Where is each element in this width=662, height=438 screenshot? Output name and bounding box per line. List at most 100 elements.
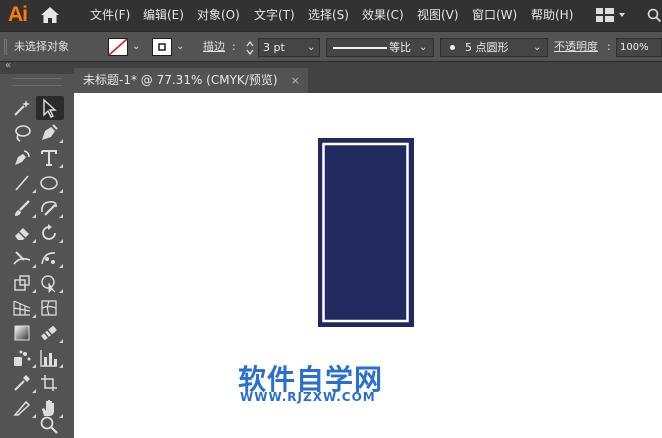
workspace-switcher-icon[interactable] bbox=[596, 8, 626, 22]
free-transform-tool[interactable] bbox=[9, 271, 37, 295]
profile-label: 等比 bbox=[389, 41, 411, 54]
zoom-icon bbox=[40, 416, 58, 434]
rectangle-fill bbox=[318, 138, 414, 327]
blend-tool[interactable] bbox=[36, 321, 64, 345]
watermark-url: WWW.RJZXW.COM bbox=[240, 390, 376, 404]
mesh-icon bbox=[41, 300, 57, 316]
shape-builder-icon bbox=[41, 275, 56, 293]
blob-brush-tool[interactable] bbox=[36, 196, 64, 220]
symbol-sprayer-tool[interactable] bbox=[9, 346, 37, 370]
home-icon[interactable] bbox=[40, 6, 60, 24]
stroke-swatch[interactable] bbox=[152, 38, 172, 56]
menu-window[interactable]: 窗口(W) bbox=[472, 0, 517, 31]
column-graph-tool[interactable] bbox=[36, 346, 64, 370]
perspective-grid-tool[interactable] bbox=[9, 296, 37, 320]
panel-grip[interactable] bbox=[12, 78, 62, 86]
rotate-icon bbox=[42, 224, 56, 240]
brush-dot-icon bbox=[450, 45, 455, 50]
slice-icon bbox=[13, 400, 31, 416]
menu-view[interactable]: 视图(V) bbox=[417, 0, 459, 31]
opacity-label-colon: : bbox=[607, 40, 611, 53]
menu-type[interactable]: 文字(T) bbox=[254, 0, 295, 31]
curvature-tool[interactable] bbox=[9, 146, 37, 170]
brush-label: 5 点圆形 bbox=[465, 41, 509, 54]
opacity-value: 100% bbox=[620, 42, 649, 53]
type-icon bbox=[41, 150, 57, 166]
fill-dropdown-chevron-icon[interactable]: ⌄ bbox=[132, 39, 140, 55]
stroke-stepper-icon[interactable] bbox=[245, 40, 255, 56]
warp-icon bbox=[13, 251, 31, 265]
warp-tool[interactable] bbox=[9, 246, 37, 270]
column-graph-icon bbox=[40, 350, 57, 367]
blob-brush-icon bbox=[41, 201, 57, 216]
control-bar: 未选择对象 ⌄ ⌄ 描边 : 3 pt ⌄ 等比 ⌄ 5 点圆形 ⌄ 不透明度 … bbox=[0, 31, 662, 62]
eraser-tool[interactable] bbox=[9, 221, 37, 245]
menu-bar: Ai 文件(F) 编辑(E) 对象(O) 文字(T) 选择(S) 效果(C) 视… bbox=[0, 0, 662, 31]
blend-icon bbox=[41, 325, 57, 341]
menu-file[interactable]: 文件(F) bbox=[90, 0, 130, 31]
direct-selection-tool[interactable] bbox=[36, 96, 64, 120]
eraser-icon bbox=[15, 228, 29, 240]
panel-grip-icon bbox=[4, 39, 7, 55]
brush-chevron-icon[interactable]: ⌄ bbox=[533, 39, 541, 56]
shape-builder-tool[interactable] bbox=[36, 271, 64, 295]
opacity-field[interactable]: 100% bbox=[616, 38, 662, 57]
eyedropper-tool[interactable] bbox=[9, 371, 37, 395]
fill-swatch[interactable] bbox=[108, 38, 128, 56]
stroke-label-colon: : bbox=[232, 40, 236, 53]
direct-selection-icon bbox=[43, 98, 57, 118]
document-tab-bar: 未标题-1* @ 77.31% (CMYK/预览) × bbox=[0, 62, 662, 93]
menu-effect[interactable]: 效果(C) bbox=[362, 0, 404, 31]
app-logo: Ai bbox=[8, 3, 28, 26]
artboard-tool[interactable] bbox=[36, 371, 64, 395]
gradient-tool[interactable] bbox=[9, 321, 37, 345]
menu-select[interactable]: 选择(S) bbox=[308, 0, 349, 31]
type-tool[interactable] bbox=[36, 146, 64, 170]
variable-width-profile[interactable]: 等比 ⌄ bbox=[326, 38, 434, 57]
paintbrush-tool[interactable] bbox=[9, 196, 37, 220]
pen-tool[interactable] bbox=[36, 121, 64, 145]
blue-rectangle-artwork[interactable] bbox=[318, 138, 414, 327]
menu-object[interactable]: 对象(O) bbox=[197, 0, 240, 31]
puppet-warp-icon bbox=[41, 252, 56, 265]
magic-wand-tool[interactable] bbox=[9, 96, 37, 120]
opacity-label[interactable]: 不透明度 bbox=[554, 32, 598, 62]
stroke-weight-chevron-icon[interactable]: ⌄ bbox=[307, 39, 315, 56]
free-transform-icon bbox=[14, 275, 30, 291]
brush-definition[interactable]: 5 点圆形 ⌄ bbox=[440, 38, 548, 57]
menu-edit[interactable]: 编辑(E) bbox=[143, 0, 184, 31]
stroke-dropdown-chevron-icon[interactable]: ⌄ bbox=[176, 39, 184, 55]
profile-chevron-icon[interactable]: ⌄ bbox=[419, 39, 427, 56]
zoom-tool[interactable] bbox=[36, 413, 64, 437]
slice-tool[interactable] bbox=[9, 396, 37, 420]
mesh-tool[interactable] bbox=[36, 296, 64, 320]
artboard-canvas[interactable]: 软件自学网 WWW.RJZXW.COM bbox=[74, 93, 662, 438]
puppet-warp-tool[interactable] bbox=[36, 246, 64, 270]
stroke-weight-value: 3 pt bbox=[263, 41, 285, 54]
gradient-icon bbox=[14, 325, 30, 341]
rotate-tool[interactable] bbox=[36, 221, 64, 245]
close-icon[interactable]: × bbox=[291, 68, 300, 93]
artboard-icon bbox=[41, 375, 57, 391]
search-icon[interactable] bbox=[647, 8, 661, 22]
ellipse-icon bbox=[40, 176, 58, 190]
ellipse-tool[interactable] bbox=[36, 171, 64, 195]
eyedropper-icon bbox=[14, 375, 30, 391]
perspective-grid-icon bbox=[13, 300, 31, 316]
selection-status: 未选择对象 bbox=[14, 40, 69, 53]
paintbrush-icon bbox=[15, 200, 30, 216]
tools-panel-header: « bbox=[0, 60, 74, 74]
stroke-label[interactable]: 描边 bbox=[203, 32, 225, 62]
menu-help[interactable]: 帮助(H) bbox=[531, 0, 573, 31]
stroke-weight-field[interactable]: 3 pt ⌄ bbox=[258, 38, 320, 57]
collapse-panel-icon[interactable]: « bbox=[5, 60, 11, 71]
lasso-tool[interactable] bbox=[9, 121, 37, 145]
document-tab[interactable]: 未标题-1* @ 77.31% (CMYK/预览) × bbox=[74, 68, 308, 93]
magic-wand-icon bbox=[14, 100, 30, 116]
tools-panel: « bbox=[0, 60, 74, 438]
symbol-sprayer-icon bbox=[14, 350, 31, 366]
line-tool[interactable] bbox=[9, 171, 37, 195]
curvature-icon bbox=[15, 150, 30, 165]
line-segment-icon bbox=[15, 175, 29, 191]
document-tab-title: 未标题-1* @ 77.31% (CMYK/预览) bbox=[83, 73, 278, 87]
